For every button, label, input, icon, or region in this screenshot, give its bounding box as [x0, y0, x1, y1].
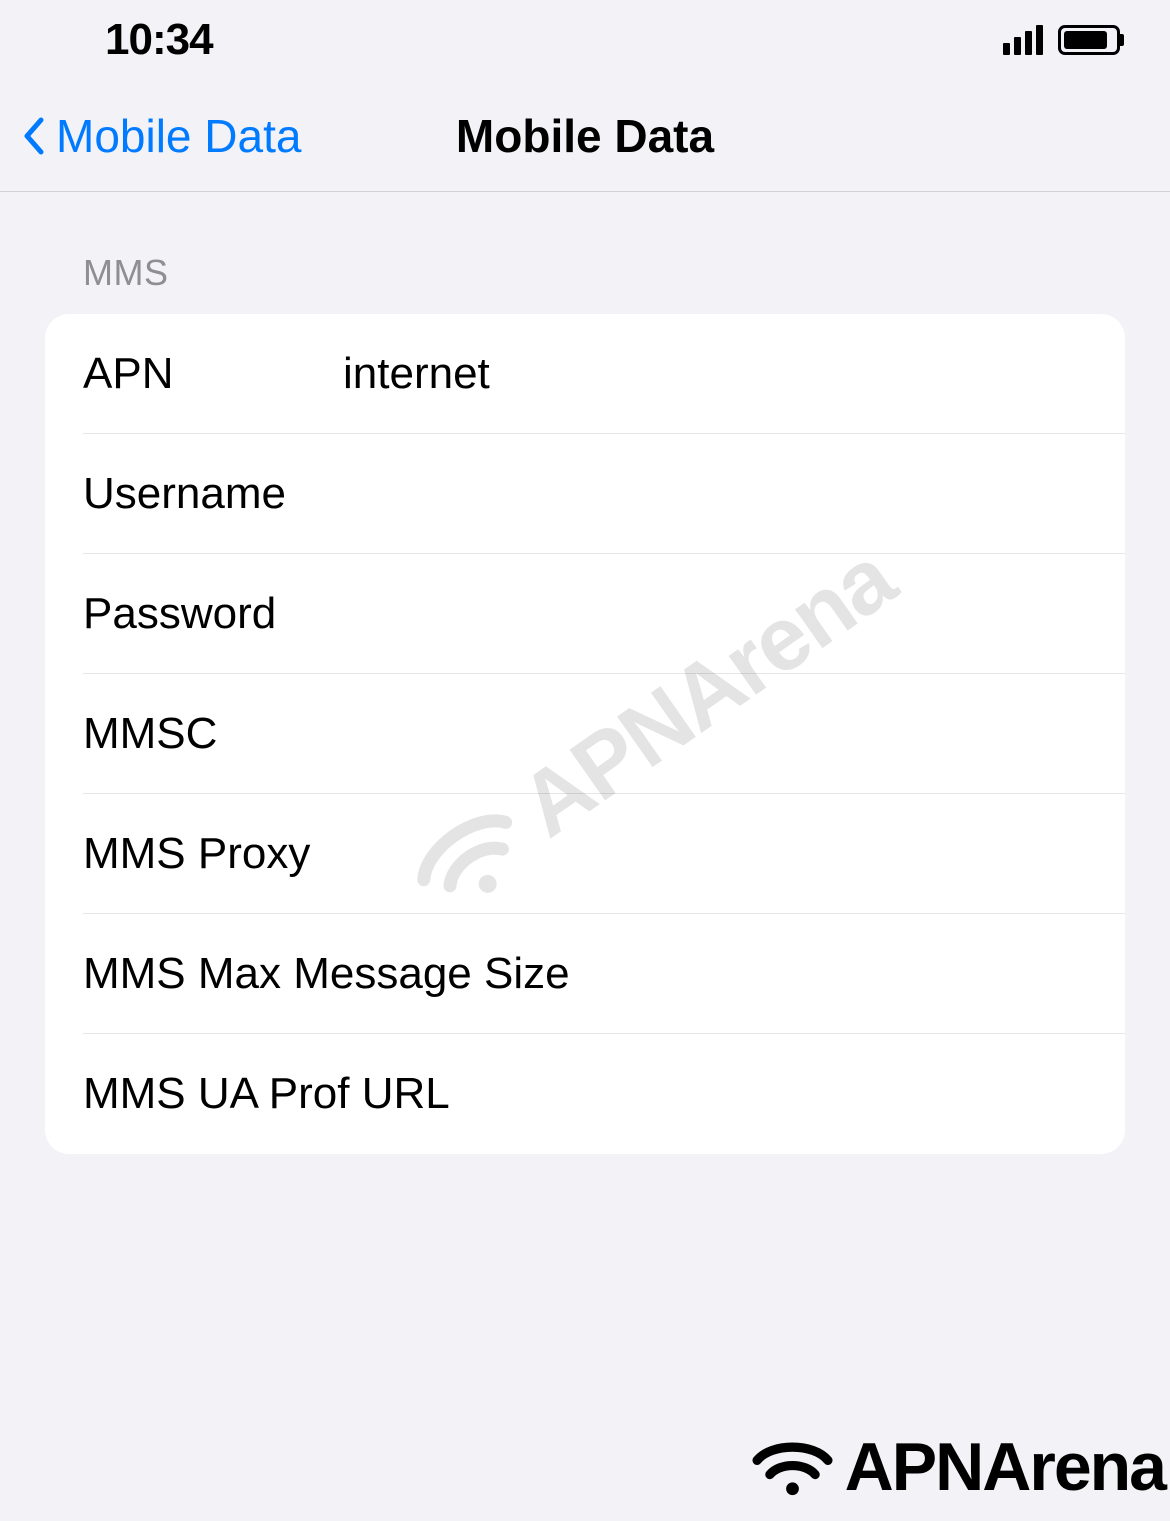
nav-title: Mobile Data [456, 109, 714, 163]
row-label: Username [83, 469, 343, 519]
row-mms-max-message-size[interactable]: MMS Max Message Size [45, 914, 1125, 1034]
back-label: Mobile Data [56, 109, 301, 163]
status-icons [1003, 25, 1120, 55]
row-label: APN [83, 349, 343, 399]
row-password[interactable]: Password [45, 554, 1125, 674]
mms-max-message-size-input[interactable] [570, 949, 1125, 999]
battery-icon [1058, 25, 1120, 55]
row-label: MMS Proxy [83, 829, 343, 879]
content-area: MMS APN Username Password MMSC [0, 192, 1170, 1154]
watermark-text: APNArena [845, 1428, 1165, 1506]
row-label: Password [83, 589, 343, 639]
watermark-bottom: APNArena [750, 1428, 1165, 1506]
row-username[interactable]: Username [45, 434, 1125, 554]
row-mms-ua-prof-url[interactable]: MMS UA Prof URL [45, 1034, 1125, 1154]
wifi-icon [750, 1435, 835, 1500]
password-input[interactable] [343, 589, 1087, 639]
row-apn[interactable]: APN [45, 314, 1125, 434]
row-mms-proxy[interactable]: MMS Proxy [45, 794, 1125, 914]
status-time: 10:34 [105, 15, 213, 65]
row-label: MMSC [83, 709, 343, 759]
chevron-back-icon [22, 117, 44, 155]
row-mmsc[interactable]: MMSC [45, 674, 1125, 794]
row-label: MMS Max Message Size [83, 949, 570, 999]
settings-card: APN Username Password MMSC MMS P [45, 314, 1125, 1154]
status-bar: 10:34 [0, 0, 1170, 80]
username-input[interactable] [343, 469, 1087, 519]
cellular-signal-icon [1003, 25, 1043, 55]
back-button[interactable]: Mobile Data [0, 109, 301, 163]
mms-proxy-input[interactable] [343, 829, 1087, 879]
row-label: MMS UA Prof URL [83, 1069, 450, 1119]
section-header-mms: MMS [45, 252, 1125, 294]
nav-bar: Mobile Data Mobile Data [0, 80, 1170, 192]
mmsc-input[interactable] [343, 709, 1087, 759]
mms-ua-prof-url-input[interactable] [450, 1069, 1087, 1119]
apn-input[interactable] [343, 349, 1087, 399]
